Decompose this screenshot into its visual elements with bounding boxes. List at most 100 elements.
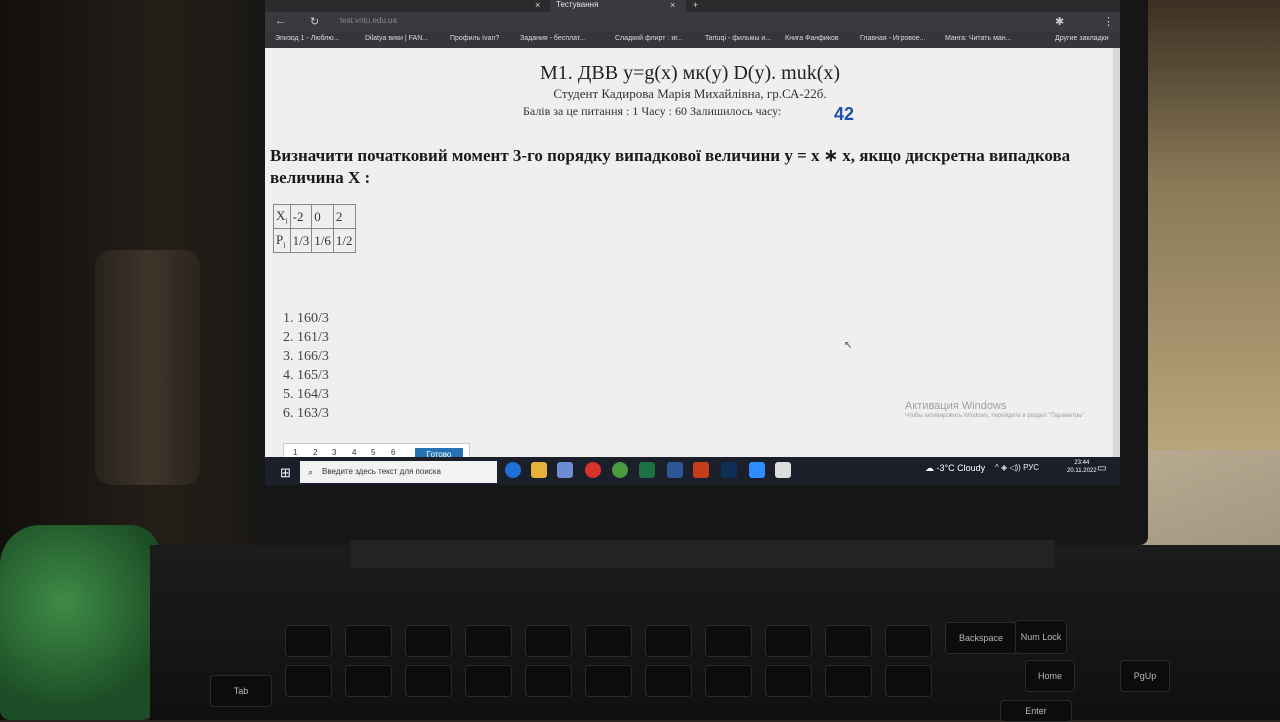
page-link[interactable]: 2 <box>313 448 317 457</box>
keyboard-key[interactable] <box>585 625 632 657</box>
bookmark-item[interactable]: Tartuqi - фильмы и... <box>705 35 771 42</box>
answer-option[interactable]: 1. 160/3 <box>283 309 329 328</box>
keyboard-key[interactable] <box>525 665 572 697</box>
word-icon[interactable] <box>667 462 683 478</box>
activation-text: Чтобы активировать Windows, перейдите в … <box>905 413 1087 419</box>
page-link[interactable]: 3 <box>332 448 336 457</box>
bookmark-item[interactable]: Сладкий флирт : иг... <box>615 35 683 42</box>
keyboard-key[interactable] <box>405 665 452 697</box>
keyboard-key[interactable] <box>765 665 812 697</box>
photoshop-icon[interactable] <box>721 462 737 478</box>
bookmark-item[interactable]: Профиль Ivan? <box>450 35 499 42</box>
bottle-object <box>95 250 200 485</box>
keyboard-key[interactable] <box>285 665 332 697</box>
keyboard-key[interactable] <box>285 625 332 657</box>
activation-title: Активация Windows <box>905 400 1007 412</box>
answer-option[interactable]: 4. 165/3 <box>283 366 329 385</box>
bookmark-item[interactable]: Манга: Читать ман... <box>945 35 1012 42</box>
tab-label: Тестування <box>556 0 599 9</box>
excel-icon[interactable] <box>639 462 655 478</box>
score-info: Балів за це питання : 1 Часу : 60 Залиши… <box>523 104 782 118</box>
powerpoint-icon[interactable] <box>693 462 709 478</box>
opera-icon[interactable] <box>585 462 601 478</box>
bookmark-item[interactable]: Книга Фанфиков <box>785 35 839 42</box>
notification-icon[interactable]: ▭ <box>1097 463 1106 474</box>
keyboard-key[interactable] <box>405 625 452 657</box>
question-text: Визначити початковий момент 3-го порядку… <box>270 146 1071 187</box>
keyboard-key[interactable] <box>765 625 812 657</box>
keyboard-key[interactable] <box>645 665 692 697</box>
taskbar-search-input[interactable]: ⌕ Введите здесь текст для поиска <box>300 461 497 483</box>
bookmark-item[interactable]: Задания - бесплат... <box>520 35 585 42</box>
page-link[interactable]: 6 <box>391 448 395 457</box>
enter-key[interactable]: Enter <box>1000 700 1072 722</box>
pgup-key[interactable]: PgUp <box>1120 660 1170 692</box>
system-tray[interactable]: ^ ◈ ◁)) РУС <box>995 463 1039 472</box>
table-header-x: Xi <box>273 204 291 229</box>
keyboard-key[interactable] <box>585 665 632 697</box>
url-field[interactable]: test.vntu.edu.ua <box>340 16 397 25</box>
weather-widget[interactable]: ☁ -3°C Cloudy <box>925 463 985 474</box>
keyboard-key[interactable] <box>345 665 392 697</box>
search-icon: ⌕ <box>308 467 314 477</box>
page-title: М1. ДВВ y=g(x) мк(y) D(y). muk(x) <box>539 62 841 84</box>
keyboard-key[interactable] <box>825 665 872 697</box>
clock-time: 23:44 <box>1074 460 1090 466</box>
answer-option[interactable]: 3. 166/3 <box>283 347 329 366</box>
table-row: Xi -2 0 2 <box>273 204 356 229</box>
tab-key[interactable]: Tab <box>210 675 272 707</box>
tab-testing[interactable]: Тестування <box>550 0 686 12</box>
page-scrollbar[interactable] <box>1113 48 1120 468</box>
bookmark-item[interactable]: Dilatya вики | FAN... <box>365 35 428 42</box>
table-cell: 1/6 <box>311 228 334 253</box>
keyboard-key[interactable] <box>465 625 512 657</box>
extensions-icon[interactable]: ✱ <box>1055 15 1064 28</box>
back-icon[interactable]: ← <box>275 15 286 27</box>
answer-option[interactable]: 2. 161/3 <box>283 328 329 347</box>
table-cell: 1/2 <box>332 228 356 253</box>
edge-icon[interactable] <box>505 462 521 478</box>
table-header-p: Pi <box>273 228 291 253</box>
reload-icon[interactable]: ↻ <box>310 15 319 28</box>
keyboard-key[interactable] <box>645 625 692 657</box>
zoom-icon[interactable] <box>749 462 765 478</box>
table-cell: 2 <box>332 204 356 229</box>
app-icon[interactable] <box>775 462 791 478</box>
table-cell: -2 <box>289 204 313 229</box>
answer-option[interactable]: 5. 164/3 <box>283 385 329 404</box>
new-tab-icon[interactable]: + <box>693 0 698 10</box>
time-left: 42 <box>834 104 855 124</box>
bookmark-item[interactable]: Главная - Игровое... <box>860 35 926 42</box>
keyboard-key[interactable] <box>705 665 752 697</box>
page-link[interactable]: 4 <box>352 448 356 457</box>
keyboard-key[interactable] <box>345 625 392 657</box>
numlock-key[interactable]: Num Lock <box>1015 620 1067 654</box>
laptop-screen: Тестування × × + ← ↻ test.vntu.edu.ua ✱ … <box>265 0 1120 485</box>
keyboard-key[interactable] <box>885 665 932 697</box>
close-icon[interactable]: × <box>670 0 675 10</box>
student-info: Студент Кадирова Марія Михайлівна, гр.СА… <box>553 86 827 101</box>
explorer-icon[interactable] <box>531 462 547 478</box>
taskbar-clock[interactable]: 23:44 20.11.2022 <box>1067 459 1097 475</box>
keyboard-key[interactable] <box>825 625 872 657</box>
answer-option[interactable]: 6. 163/3 <box>283 404 329 423</box>
home-key[interactable]: Home <box>1025 660 1075 692</box>
keyboard-key[interactable] <box>465 665 512 697</box>
keyboard-key[interactable] <box>525 625 572 657</box>
close-icon[interactable]: × <box>535 0 540 10</box>
table-cell: 0 <box>311 204 334 229</box>
table-row: Pi 1/3 1/6 1/2 <box>273 228 356 253</box>
keyboard-key[interactable] <box>705 625 752 657</box>
chrome-icon[interactable] <box>612 462 628 478</box>
page-link[interactable]: 5 <box>371 448 375 457</box>
keyboard-key[interactable] <box>885 625 932 657</box>
windows-start-icon[interactable]: ⊞ <box>280 465 291 481</box>
green-toy-object <box>0 525 160 720</box>
store-icon[interactable] <box>557 462 573 478</box>
url-host: test.vntu.edu.ua <box>340 16 397 25</box>
page-link[interactable]: 1 <box>293 448 297 457</box>
menu-icon[interactable]: ⋮ <box>1103 15 1114 28</box>
backspace-key[interactable]: Backspace <box>945 622 1017 654</box>
bookmark-item[interactable]: Эпизод 1 - Люблю... <box>275 35 339 42</box>
bookmark-item[interactable]: Другие закладки <box>1055 35 1109 42</box>
